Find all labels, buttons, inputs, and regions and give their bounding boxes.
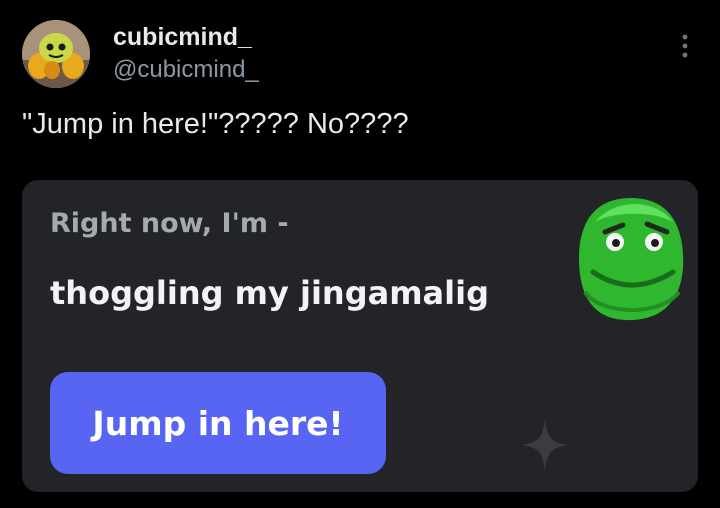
status-label: Right now, I'm -	[50, 208, 289, 239]
more-options-button[interactable]	[672, 32, 698, 60]
sparkle-icon	[520, 416, 570, 474]
author-handle[interactable]: @cubicmind_	[113, 56, 259, 84]
post-text: "Jump in here!"????? No????	[22, 108, 409, 140]
jump-in-button-label: Jump in here!	[92, 403, 344, 443]
activity-card: Right now, I'm - thoggling my jingamalig…	[22, 180, 698, 492]
avatar[interactable]	[22, 20, 90, 88]
green-face-icon	[575, 192, 687, 324]
avatar-character-icon	[22, 20, 90, 88]
jump-in-button[interactable]: Jump in here!	[50, 372, 386, 474]
more-vertical-icon	[682, 34, 688, 58]
status-activity: thoggling my jingamalig	[50, 274, 489, 312]
post-header: cubicmind_ @cubicmind_	[22, 20, 702, 90]
author-display-name[interactable]: cubicmind_	[113, 23, 252, 52]
